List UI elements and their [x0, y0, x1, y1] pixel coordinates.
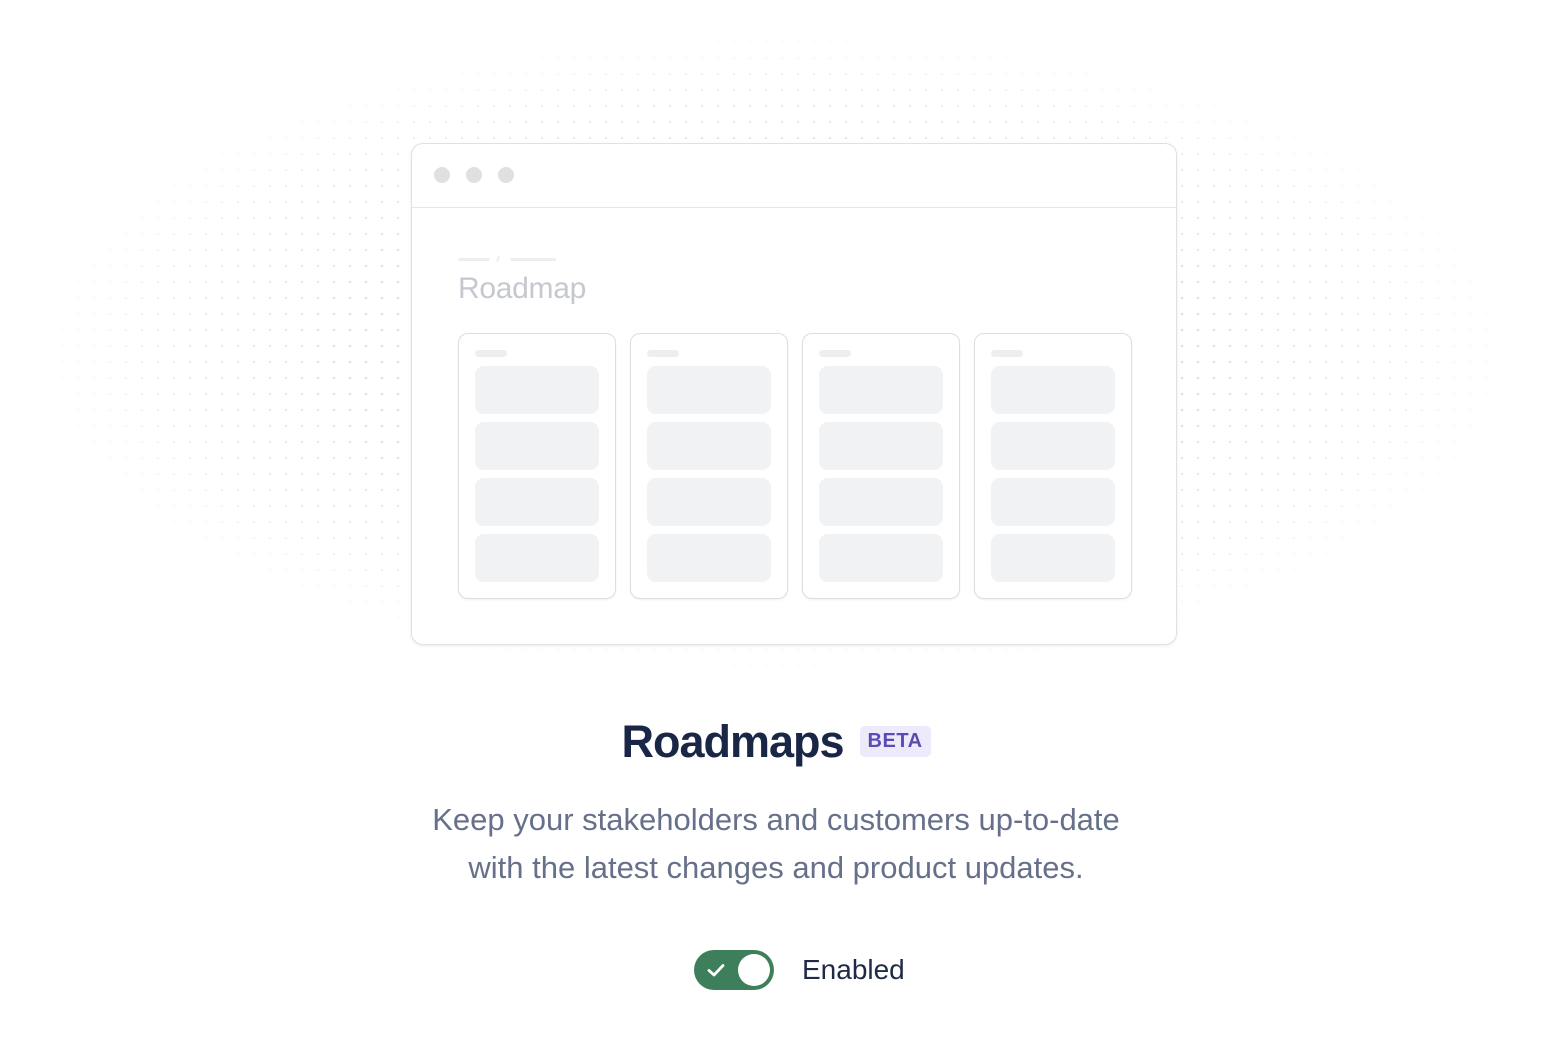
description-line: with the latest changes and product upda… — [468, 850, 1084, 885]
column-header-placeholder — [991, 350, 1023, 357]
preview-page-title: Roadmap — [458, 272, 586, 305]
feature-title: Roadmaps — [621, 716, 844, 767]
preview-column — [630, 333, 788, 599]
card-placeholder — [819, 422, 943, 470]
card-placeholder — [991, 366, 1115, 414]
preview-column — [974, 333, 1132, 599]
toggle-knob — [738, 954, 770, 986]
enabled-toggle-switch[interactable] — [694, 950, 774, 990]
description-line: Keep your stakeholders and customers up-… — [432, 802, 1120, 837]
column-header-placeholder — [647, 350, 679, 357]
card-placeholder — [991, 534, 1115, 582]
card-placeholder — [647, 366, 771, 414]
column-header-placeholder — [819, 350, 851, 357]
card-placeholder — [991, 478, 1115, 526]
window-dot-icon — [434, 167, 450, 183]
card-placeholder — [475, 366, 599, 414]
card-placeholder — [647, 534, 771, 582]
beta-badge: BETA — [859, 725, 931, 757]
enable-toggle-row: Enabled — [694, 950, 905, 990]
column-header-placeholder — [475, 350, 507, 357]
roadmap-preview-illustration: Roadmap — [411, 143, 1177, 645]
breadcrumb-bar — [458, 258, 490, 261]
window-titlebar — [412, 144, 1176, 208]
feature-description: Keep your stakeholders and customers up-… — [0, 796, 1552, 892]
window-dot-icon — [466, 167, 482, 183]
preview-column — [458, 333, 616, 599]
card-placeholder — [819, 478, 943, 526]
card-placeholder — [819, 534, 943, 582]
breadcrumb-bar — [510, 258, 556, 261]
card-placeholder — [991, 422, 1115, 470]
toggle-label: Enabled — [802, 954, 905, 985]
card-placeholder — [647, 422, 771, 470]
window-dot-icon — [498, 167, 514, 183]
breadcrumb-separator — [495, 256, 501, 262]
feature-heading-row: Roadmaps BETA — [0, 714, 1552, 770]
check-icon — [707, 964, 725, 977]
card-placeholder — [475, 534, 599, 582]
card-placeholder — [475, 422, 599, 470]
card-placeholder — [475, 478, 599, 526]
card-placeholder — [647, 478, 771, 526]
card-placeholder — [819, 366, 943, 414]
preview-column — [802, 333, 960, 599]
